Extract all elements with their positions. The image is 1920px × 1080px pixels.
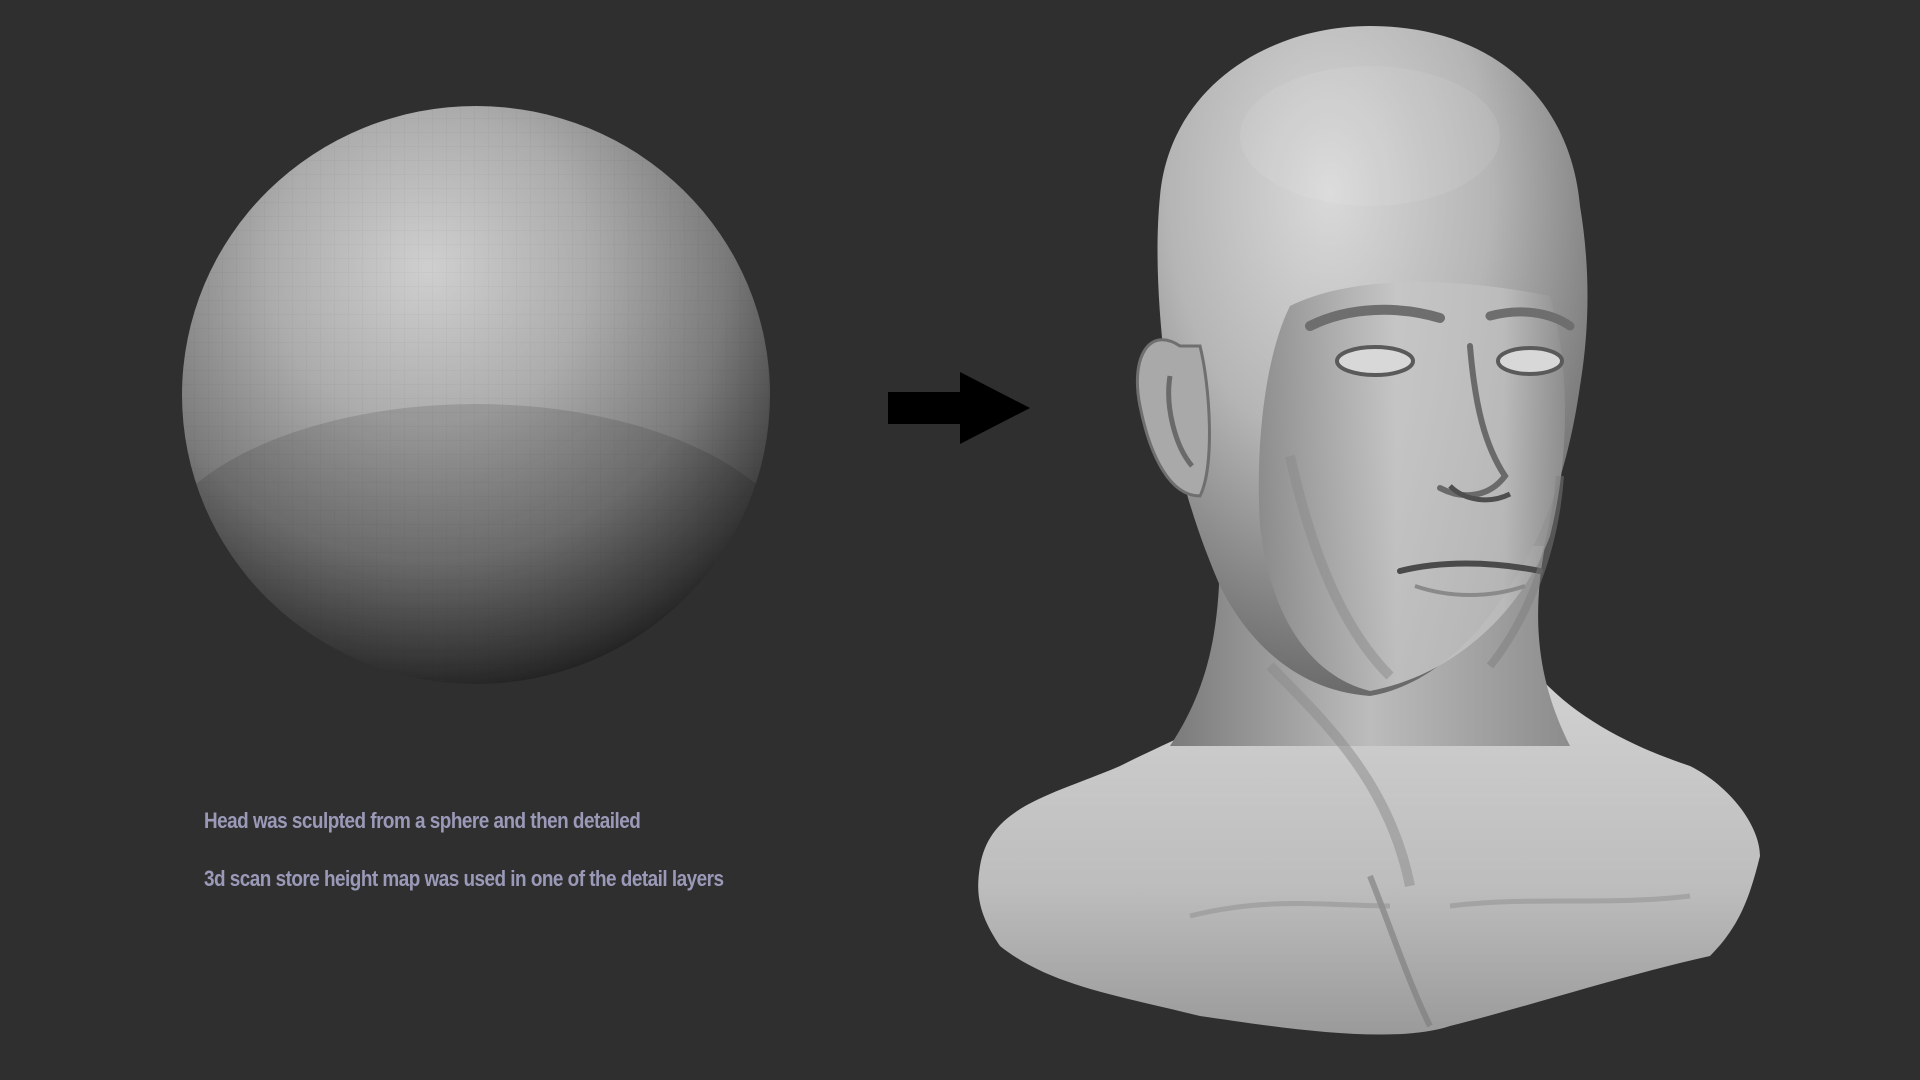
caption-height-map: 3d scan store height map was used in one… — [204, 866, 724, 891]
base-sphere-image — [180, 104, 772, 686]
sphere-svg — [182, 106, 770, 684]
sculpted-head-image — [970, 26, 1770, 1066]
canvas: Head was sculpted from a sphere and then… — [0, 0, 1920, 1080]
caption-sculpted-from-sphere: Head was sculpted from a sphere and then… — [204, 808, 641, 833]
